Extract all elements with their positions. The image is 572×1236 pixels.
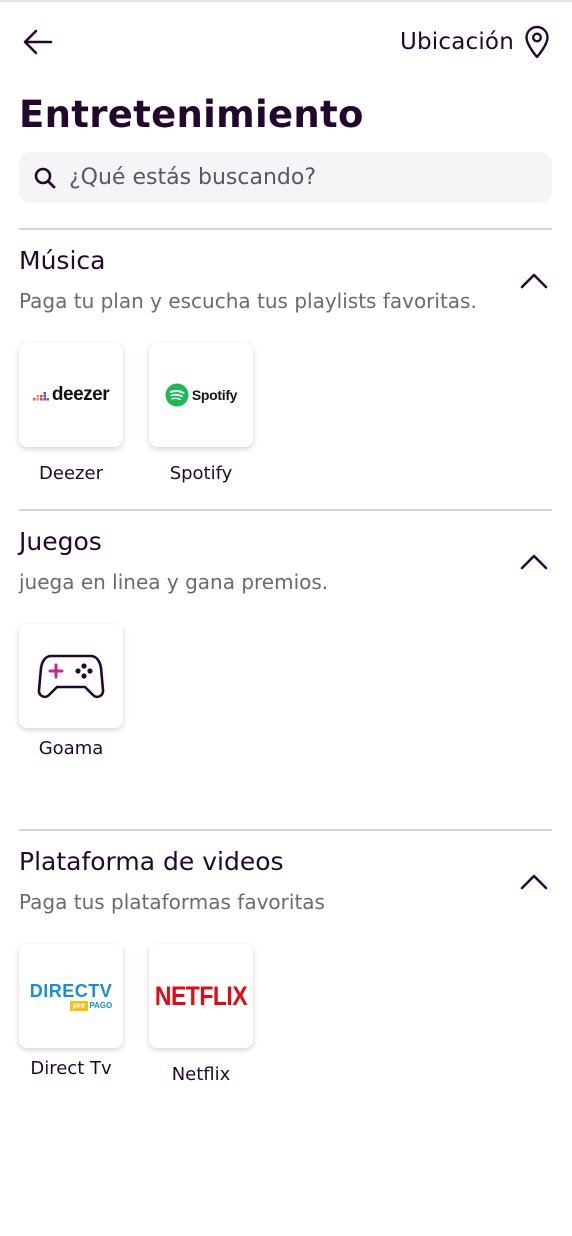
goama-label: Goama — [38, 738, 104, 759]
section-title-juegos: Juegos — [19, 527, 102, 556]
arrow-left-icon — [23, 29, 53, 55]
search-icon — [34, 167, 56, 188]
section-subtitle-juegos: juega en linea y gana premios. — [19, 570, 329, 594]
directv-logo-text: DIRECTV — [29, 980, 113, 1001]
section-subtitle-videos: Paga tus plataformas favoritas — [19, 890, 325, 914]
spotify-icon — [165, 383, 189, 407]
location-label: Ubicación — [399, 29, 514, 55]
deezer-logo-text: deezer — [51, 384, 110, 405]
directv-label: Direct Tv — [30, 1058, 112, 1079]
goama-tile[interactable] — [19, 624, 123, 728]
section-divider — [19, 509, 552, 511]
page-title: Entretenimiento — [19, 93, 364, 136]
spotify-logo: Spotify — [165, 383, 237, 407]
deezer-equalizer-icon — [32, 392, 49, 401]
section-divider — [19, 228, 552, 230]
chevron-up-icon — [520, 554, 548, 570]
section-divider — [19, 829, 552, 831]
gamepad-icon — [37, 654, 105, 699]
section-title-musica: Música — [19, 246, 106, 275]
collapse-musica-button[interactable] — [518, 268, 550, 292]
map-pin-icon — [525, 25, 549, 59]
back-button[interactable] — [18, 22, 58, 62]
search-input[interactable] — [69, 165, 509, 190]
location-button[interactable]: Ubicación — [400, 22, 550, 62]
spotify-tile[interactable]: Spotify — [149, 343, 253, 447]
directv-logo: DIRECTV pre PAGO — [29, 980, 113, 1011]
chevron-up-icon — [520, 273, 548, 289]
netflix-tile[interactable]: NETFLIX — [149, 944, 253, 1048]
directv-pre-badge: pre — [69, 1000, 89, 1011]
directv-tile[interactable]: DIRECTV pre PAGO — [19, 944, 123, 1048]
deezer-logo: deezer — [32, 384, 110, 406]
deezer-label: Deezer — [39, 463, 103, 484]
netflix-logo-text: NETFLIX — [154, 980, 248, 1011]
section-title-videos: Plataforma de videos — [19, 847, 284, 876]
chevron-up-icon — [520, 874, 548, 890]
search-bar[interactable] — [19, 152, 552, 203]
spotify-logo-text: Spotify — [191, 387, 238, 403]
deezer-tile[interactable]: deezer — [19, 343, 123, 447]
netflix-label: Netflix — [171, 1064, 231, 1085]
section-subtitle-musica: Paga tu plan y escucha tus playlists fav… — [19, 289, 477, 313]
collapse-juegos-button[interactable] — [518, 549, 550, 573]
collapse-videos-button[interactable] — [518, 869, 550, 893]
directv-pago-text: PAGO — [89, 1000, 113, 1010]
spotify-label: Spotify — [169, 463, 233, 484]
header: Ubicación — [0, 0, 572, 84]
